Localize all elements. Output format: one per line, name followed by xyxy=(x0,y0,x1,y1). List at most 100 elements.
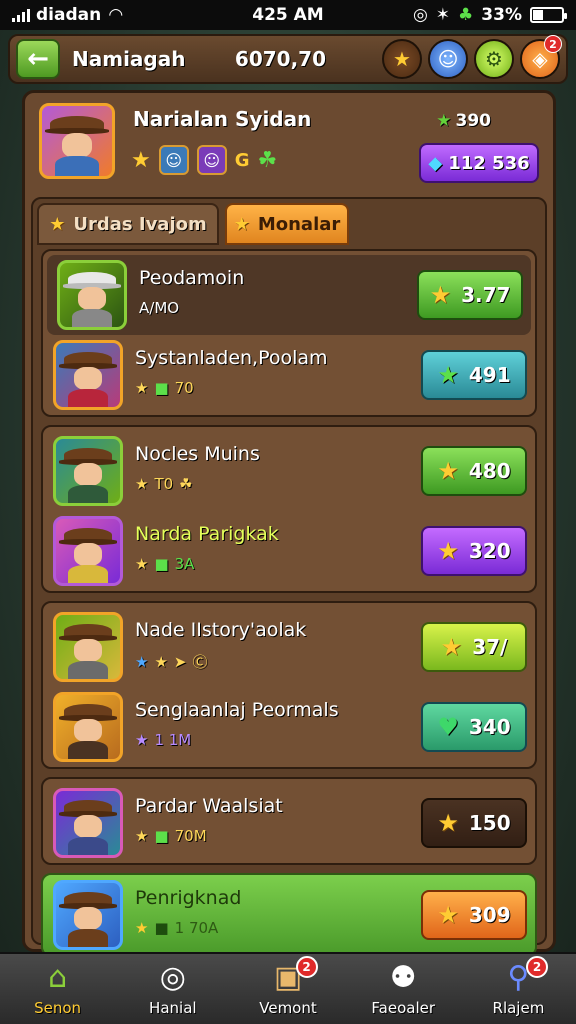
alarm-icon: ◎ xyxy=(412,5,428,25)
star-icon: ★ xyxy=(437,809,459,837)
star-icon: ★ xyxy=(437,361,459,389)
letter-badge: G xyxy=(234,149,250,171)
nav-faeoaler[interactable]: ⚉ Faeoaler xyxy=(346,954,461,1024)
star-icon: ★ xyxy=(135,919,149,937)
avatar xyxy=(53,788,123,858)
tab-label: Monalar xyxy=(257,213,341,235)
list-item[interactable]: Peodamoin A/MO ★ 3.77 xyxy=(47,255,531,335)
shield-icon: ◈ xyxy=(532,47,548,71)
top-bar: ← Namiagah 6070,70 ★ ☺ ⚙ ◈ 2 xyxy=(8,34,568,84)
player-stats: A/MO xyxy=(139,299,180,317)
block-icon: ■ xyxy=(154,827,169,845)
list-item[interactable]: Senglaanlaj Peormals ★ 1 1M ♥ 340 xyxy=(43,687,535,767)
nav-label: Vemont xyxy=(259,999,317,1017)
star-icon: ★ xyxy=(436,111,452,131)
star-icon: ★ xyxy=(131,147,151,173)
block-icon: ■ xyxy=(154,555,169,573)
player-stats: ★ ■ 1 70A xyxy=(135,919,219,937)
block-icon: ■ xyxy=(154,919,169,937)
list-item[interactable]: Nocles Muins ★ T0 ☘ ★ 480 xyxy=(43,431,535,511)
bluetooth-icon: ✶ xyxy=(435,5,451,25)
score-button[interactable]: ★ 480 xyxy=(421,446,527,496)
star-icon: ★ xyxy=(437,457,459,485)
character-icon[interactable]: ☺ xyxy=(196,145,227,175)
star-icon: ★ xyxy=(429,281,452,309)
carrier-name: diadan xyxy=(36,5,102,25)
notification-badge: 2 xyxy=(526,956,549,978)
battery-icon xyxy=(530,7,567,23)
star-icon: ★ xyxy=(135,731,149,749)
score-button[interactable]: ★ 309 xyxy=(421,890,527,940)
leaf-icon: ☘ xyxy=(257,147,278,173)
target-icon: ◎ xyxy=(159,960,186,995)
star-icon: ★ xyxy=(135,379,149,397)
avatar xyxy=(53,612,123,682)
player-stats: ★ ★ ➤ Ⓒ xyxy=(135,651,208,672)
avatar xyxy=(53,516,123,586)
list-item[interactable]: Penrigknad ★ ■ 1 70A ★ 309 xyxy=(43,875,535,955)
player-stats: ★ T0 ☘ xyxy=(135,475,193,493)
gems-button[interactable]: ◆ 112 536 xyxy=(419,143,539,183)
player-name: Peodamoin xyxy=(139,267,245,289)
avatar xyxy=(53,692,123,762)
nav-home[interactable]: ⌂ Senon xyxy=(0,954,115,1024)
star-icon: ★ xyxy=(437,537,459,565)
star-icon: ★ xyxy=(135,475,149,493)
score-button[interactable]: ♥ 340 xyxy=(421,702,527,752)
list-item[interactable]: Narda Parigkak ★ ■ 3A ★ 320 xyxy=(43,511,535,591)
score-button[interactable]: ★ 491 xyxy=(421,350,527,400)
battery-percent: 33% xyxy=(481,5,522,25)
player-score: ★ 390 xyxy=(436,111,491,131)
star-icon: ★ xyxy=(135,652,149,671)
tab-monalar[interactable]: ★ Monalar xyxy=(225,203,349,245)
player-stats: ★ 1 1M xyxy=(135,731,192,749)
tab-urdas[interactable]: ★ Urdas Ivajom xyxy=(37,203,219,245)
star-button[interactable]: ★ xyxy=(382,39,422,79)
list-item[interactable]: Nade IIstory'aolak ★ ★ ➤ Ⓒ ★ 37/ xyxy=(43,607,535,687)
player-name: Nocles Muins xyxy=(135,443,260,465)
clover-icon: ♣ xyxy=(458,5,474,25)
back-button[interactable]: ← xyxy=(16,39,60,79)
list-item[interactable]: Pardar Waalsiat ★ ■ 70M ★ 150 xyxy=(43,783,535,863)
nav-rlajem[interactable]: ⚲ Rlajem 2 xyxy=(461,954,576,1024)
settings-button[interactable]: ⚙ xyxy=(474,39,514,79)
clover-icon: ☘ xyxy=(179,475,193,493)
player-avatar[interactable] xyxy=(39,103,115,179)
star-icon: ★ xyxy=(135,555,149,573)
heart-icon: ♥ xyxy=(437,713,459,741)
nav-label: Rlajem xyxy=(492,999,545,1017)
tab-label: Urdas Ivajom xyxy=(73,213,207,235)
gems-amount: 112 536 xyxy=(448,152,530,174)
nav-hanial[interactable]: ◎ Hanial xyxy=(115,954,230,1024)
star-icon: ★ xyxy=(437,901,459,929)
nav-vemont[interactable]: ▣ Vemont 2 xyxy=(230,954,345,1024)
leaderboard-group: Pardar Waalsiat ★ ■ 70M ★ 150 xyxy=(41,777,537,865)
player-stats: ★ ■ 70M xyxy=(135,827,207,845)
block-icon: ■ xyxy=(154,379,169,397)
home-icon: ⌂ xyxy=(48,960,68,995)
gear-icon: ⚙ xyxy=(485,47,503,71)
star-icon: ★ xyxy=(135,827,149,845)
currency-amount: 6070,70 xyxy=(234,47,326,71)
score-button[interactable]: ★ 37/ xyxy=(421,622,527,672)
avatar xyxy=(57,260,127,330)
list-item[interactable]: Systanladen,Poolam ★ ■ 70 ★ 491 xyxy=(43,335,535,415)
profile-button[interactable]: ☺ xyxy=(428,39,468,79)
player-profile: Narialan Syidan ★ ☺ ☺ G ☘ ★ 390 ◆ 112 536 xyxy=(35,99,543,191)
character-icon[interactable]: ☺ xyxy=(158,145,189,175)
status-bar: diadan ◠ 425 AM ◎ ✶ ♣ 33% xyxy=(0,0,576,30)
gem-icon: ◆ xyxy=(428,152,443,174)
player-name: Nade IIstory'aolak xyxy=(135,619,307,641)
player-stats: ★ ■ 70 xyxy=(135,379,194,397)
score-button[interactable]: ★ 150 xyxy=(421,798,527,848)
star-icon: ★ xyxy=(233,213,250,235)
nav-label: Faeoaler xyxy=(371,999,436,1017)
leaderboard-group: Peodamoin A/MO ★ 3.77 Systanladen,Poolam… xyxy=(41,249,537,417)
player-name: Penrigknad xyxy=(135,887,242,909)
score-button[interactable]: ★ 3.77 xyxy=(417,270,523,320)
notification-badge: 2 xyxy=(295,956,318,978)
score-button[interactable]: ★ 320 xyxy=(421,526,527,576)
creature-icon: ⚉ xyxy=(389,960,417,995)
star-icon: ★ xyxy=(49,213,66,235)
shield-button[interactable]: ◈ 2 xyxy=(520,35,562,79)
